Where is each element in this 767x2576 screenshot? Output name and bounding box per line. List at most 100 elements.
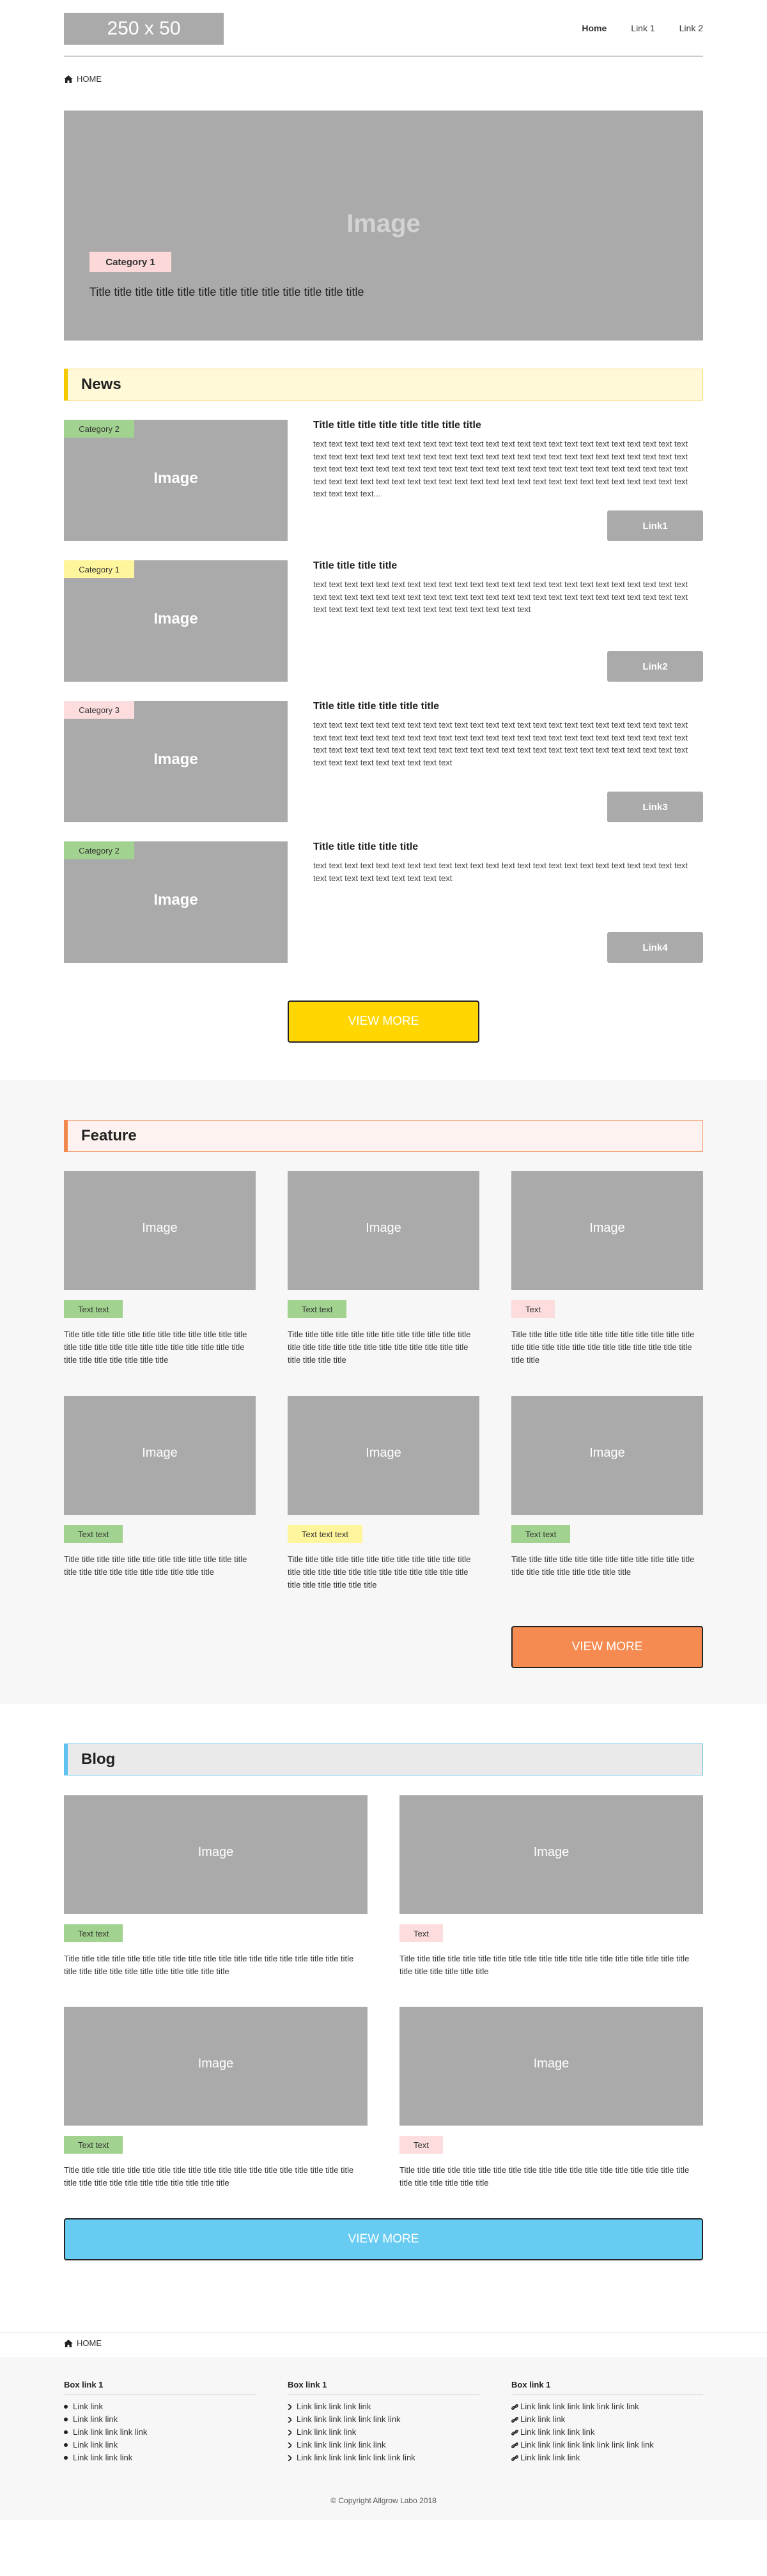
feature-card[interactable]: Image Text text text Title title title t…: [288, 1396, 479, 1590]
news-link-button[interactable]: Link2: [607, 651, 703, 682]
news-excerpt: text text text text text text text text …: [313, 579, 688, 614]
blog-card[interactable]: Image Text Title title title title title…: [399, 1795, 703, 1976]
blog-badge: Text text: [64, 1924, 123, 1942]
footer-link[interactable]: Link link link link link link: [288, 2439, 479, 2451]
blog-thumbnail[interactable]: Image: [64, 1795, 368, 1914]
feature-card[interactable]: Image Text text Title title title title …: [64, 1171, 256, 1365]
image-label: Image: [142, 1446, 178, 1460]
blog-card[interactable]: Image Text Title title title title title…: [399, 2007, 703, 2188]
site-footer: Box link 1 Link link Link link link Link…: [0, 2357, 767, 2520]
footer-link[interactable]: Link link link link: [288, 2426, 479, 2439]
hero-banner[interactable]: Image Category 1 Title title title title…: [64, 111, 703, 341]
footer-link[interactable]: Link link link: [64, 2439, 256, 2451]
feature-card[interactable]: Image Text Title title title title title…: [511, 1171, 703, 1365]
blog-card[interactable]: Image Text text Title title title title …: [64, 1795, 368, 1976]
image-label: Image: [153, 610, 198, 627]
feature-thumbnail[interactable]: Image: [64, 1396, 256, 1515]
chain-link-icon: [511, 2404, 520, 2411]
feature-card[interactable]: Image Text text Title title title title …: [64, 1396, 256, 1577]
blog-thumbnail[interactable]: Image: [64, 2007, 368, 2126]
news-link-button[interactable]: Link1: [607, 510, 703, 541]
blog-thumbnail[interactable]: Image: [399, 2007, 703, 2126]
footer-link-label: Link link link link link link: [297, 2440, 386, 2450]
news-thumbnail[interactable]: Image: [64, 841, 288, 963]
footer-link-label: Link link link link link: [520, 2427, 595, 2437]
image-label: Image: [142, 1221, 178, 1235]
chevron-right-icon: [288, 2455, 297, 2461]
blog-card[interactable]: Image Text text Title title title title …: [64, 2007, 368, 2188]
footer-link[interactable]: Link link link link link link link link …: [511, 2439, 703, 2451]
footer-box-heading: Box link 1: [511, 2380, 703, 2395]
news-link-button[interactable]: Link3: [607, 792, 703, 822]
feature-badge: Text text: [64, 1300, 123, 1318]
image-label: Image: [589, 1221, 625, 1235]
news-thumbnail[interactable]: Image: [64, 560, 288, 682]
news-title[interactable]: Title title title title title title: [313, 701, 439, 712]
image-label: Image: [533, 2057, 569, 2071]
footer-breadcrumb-home-link[interactable]: HOME: [77, 2338, 102, 2348]
news-link-button[interactable]: Link4: [607, 932, 703, 963]
news-thumbnail[interactable]: Image: [64, 420, 288, 541]
news-view-more-button[interactable]: VIEW MORE: [288, 1000, 479, 1043]
feature-badge: Text text: [64, 1525, 123, 1543]
news-heading: News: [64, 369, 703, 401]
feature-thumbnail[interactable]: Image: [288, 1171, 479, 1290]
footer-link-label: Link link link link: [297, 2427, 357, 2437]
category-badge: Category 2: [64, 420, 134, 438]
feature-title: Title title title title title title titl…: [64, 1554, 247, 1577]
news-title[interactable]: Title title title title title title titl…: [313, 420, 481, 431]
footer-link[interactable]: Link link link link link: [64, 2426, 256, 2439]
news-title[interactable]: Title title title title: [313, 560, 397, 572]
footer-link[interactable]: Link link link: [64, 2413, 256, 2426]
feature-view-more-button[interactable]: VIEW MORE: [511, 1626, 703, 1668]
footer-link-list: Link link link link link link link link …: [511, 2400, 703, 2464]
blog-thumbnail[interactable]: Image: [399, 1795, 703, 1914]
news-item: Image Category 3 Title title title title…: [64, 701, 703, 822]
home-icon: [64, 75, 73, 83]
nav-link-1[interactable]: Link 1: [631, 23, 655, 33]
chevron-right-icon: [288, 2404, 297, 2410]
nav-link-2[interactable]: Link 2: [679, 23, 703, 33]
blog-title: Title title title title title title titl…: [399, 1954, 690, 1976]
footer-link[interactable]: Link link link link link link link link: [288, 2451, 479, 2464]
main-nav: Home Link 1 Link 2: [557, 23, 703, 33]
footer-link[interactable]: Link link link link: [511, 2451, 703, 2464]
feature-card[interactable]: Image Text text Title title title title …: [288, 1171, 479, 1365]
news-thumbnail[interactable]: Image: [64, 701, 288, 822]
chevron-right-icon: [288, 2429, 297, 2435]
breadcrumb-home-link[interactable]: HOME: [77, 74, 102, 84]
blog-heading: Blog: [64, 1744, 703, 1775]
feature-thumbnail[interactable]: Image: [511, 1171, 703, 1290]
hero-title: Title title title title title title titl…: [89, 286, 364, 298]
footer-link[interactable]: Link link: [64, 2400, 256, 2413]
feature-badge: Text text: [511, 1525, 571, 1543]
news-item: Image Category 2 Title title title title…: [64, 420, 703, 541]
image-label: Image: [153, 891, 198, 908]
footer-link-label: Link link link link: [73, 2453, 133, 2462]
logo-placeholder[interactable]: 250 x 50: [64, 13, 224, 45]
feature-thumbnail[interactable]: Image: [64, 1171, 256, 1290]
footer-link-label: Link link link link link link link link …: [520, 2440, 654, 2450]
feature-badge: Text text text: [288, 1525, 362, 1543]
footer-link[interactable]: Link link link link link: [511, 2426, 703, 2439]
image-label: Image: [153, 470, 198, 487]
feature-badge: Text text: [288, 1300, 347, 1318]
feature-thumbnail[interactable]: Image: [511, 1396, 703, 1515]
feature-thumbnail[interactable]: Image: [288, 1396, 479, 1515]
footer-link[interactable]: Link link link link: [64, 2451, 256, 2464]
news-title[interactable]: Title title title title title: [313, 841, 418, 853]
feature-title: Title title title title title title titl…: [511, 1554, 695, 1577]
feature-title: Title title title title title title titl…: [511, 1330, 695, 1365]
footer-link-label: Link link: [73, 2402, 103, 2411]
footer-link[interactable]: Link link link: [511, 2413, 703, 2426]
footer-link[interactable]: Link link link link link: [288, 2400, 479, 2413]
blog-badge: Text text: [64, 2136, 123, 2154]
footer-link-list: Link link Link link link Link link link …: [64, 2400, 256, 2464]
image-label: Image: [366, 1446, 401, 1460]
feature-card[interactable]: Image Text text Title title title title …: [511, 1396, 703, 1577]
footer-link[interactable]: Link link link link link link link link: [511, 2400, 703, 2413]
footer-link-list: Link link link link link Link link link …: [288, 2400, 479, 2464]
nav-link-home[interactable]: Home: [582, 23, 607, 33]
footer-link[interactable]: Link link link link link link link: [288, 2413, 479, 2426]
blog-view-more-button[interactable]: VIEW MORE: [64, 2218, 703, 2260]
